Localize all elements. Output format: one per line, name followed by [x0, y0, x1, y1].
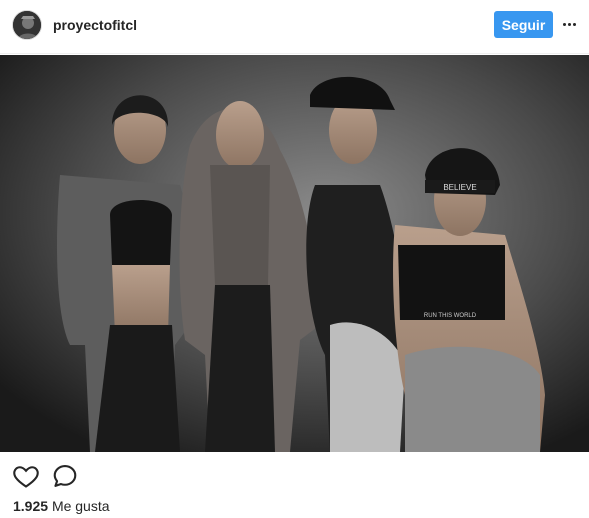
likes-number: 1.925: [13, 498, 49, 514]
post-photo[interactable]: BELIEVE RUN THIS WORLD: [0, 55, 589, 452]
instagram-post: proyectofitcl Seguir BELIEVE RUN THIS WO…: [0, 0, 589, 518]
post-actions: [0, 457, 589, 497]
username[interactable]: proyectofitcl: [53, 17, 137, 33]
likes-count[interactable]: 1.925 Me gusta: [13, 498, 110, 514]
likes-label: Me gusta: [51, 498, 110, 514]
top-print-text: RUN THIS WORLD: [424, 313, 477, 319]
post-header: proyectofitcl Seguir: [0, 0, 589, 54]
comment-icon[interactable]: [51, 462, 79, 490]
headband-text: BELIEVE: [443, 183, 476, 192]
avatar[interactable]: [12, 10, 42, 40]
more-options-icon[interactable]: [560, 14, 578, 34]
heart-icon[interactable]: [12, 462, 40, 490]
post-photo-image: BELIEVE RUN THIS WORLD: [0, 55, 589, 452]
profile-avatar-icon: [13, 11, 41, 39]
follow-button[interactable]: Seguir: [494, 11, 553, 38]
